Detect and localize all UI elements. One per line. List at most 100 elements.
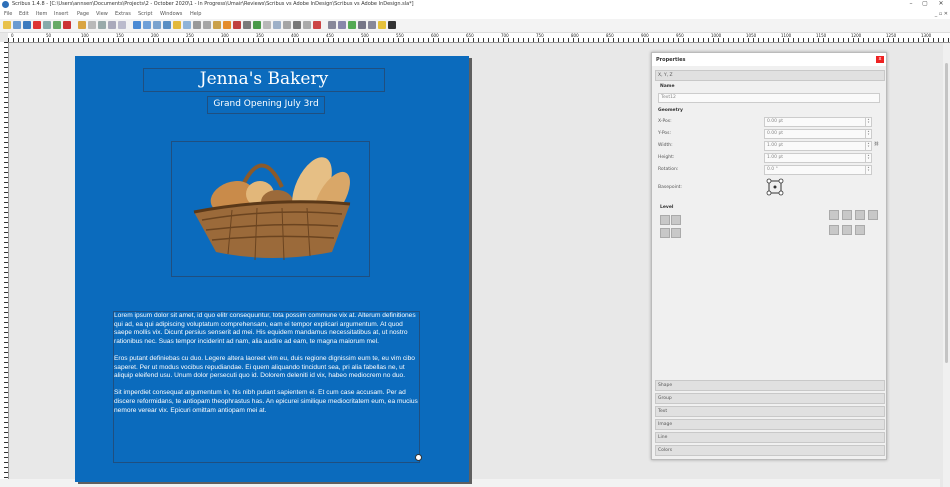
- menu-extras[interactable]: Extras: [115, 11, 131, 17]
- properties-close-button[interactable]: x: [876, 56, 884, 63]
- height-field[interactable]: 1.00 pt ▴ ▾: [764, 153, 872, 163]
- text-frame-icon[interactable]: [143, 21, 151, 29]
- rotate-icon[interactable]: [233, 21, 241, 29]
- chain-link-icon[interactable]: ⛓: [874, 141, 879, 161]
- render-frame-icon[interactable]: [163, 21, 171, 29]
- ypos-spinner[interactable]: ▴ ▾: [865, 130, 871, 138]
- name-label: Name: [660, 84, 675, 89]
- cut-icon[interactable]: [98, 21, 106, 29]
- frame-resize-handle[interactable]: [415, 454, 422, 461]
- minimize-button[interactable]: –: [904, 0, 918, 7]
- tab-line[interactable]: Line: [655, 432, 885, 443]
- pdf-export-icon[interactable]: [63, 21, 71, 29]
- tab-shape[interactable]: Shape: [655, 380, 885, 391]
- tab-colors[interactable]: Colors: [655, 445, 885, 456]
- group-icon[interactable]: [842, 225, 852, 235]
- ruler-label: 550: [396, 33, 404, 38]
- close-button[interactable]: ✕: [934, 0, 948, 7]
- height-value: 1.00 pt: [767, 155, 784, 160]
- width-field[interactable]: 1.00 pt ▴ ▾: [764, 141, 872, 151]
- ypos-label: Y-Pos:: [658, 131, 672, 136]
- window-title: Scribus 1.4.8 - [C:\Users\annsen\Documen…: [12, 1, 414, 7]
- edit-contents-icon[interactable]: [253, 21, 261, 29]
- disable-printing-icon[interactable]: [829, 225, 839, 235]
- select-item-icon[interactable]: [133, 21, 141, 29]
- vertical-scrollbar[interactable]: [943, 43, 950, 487]
- eye-dropper-icon[interactable]: [313, 21, 321, 29]
- maximize-button[interactable]: ▢: [918, 0, 932, 7]
- menu-file[interactable]: File: [4, 11, 12, 17]
- tab-xyz[interactable]: X, Y, Z: [655, 70, 885, 81]
- print-icon[interactable]: [43, 21, 51, 29]
- copy-properties-icon[interactable]: [303, 21, 311, 29]
- menu-script[interactable]: Script: [138, 11, 153, 17]
- level-raise-icon[interactable]: [671, 215, 681, 225]
- ruler-label: 450: [326, 33, 334, 38]
- copy-icon[interactable]: [108, 21, 116, 29]
- lock-size-icon[interactable]: [868, 210, 878, 220]
- table-icon[interactable]: [173, 21, 181, 29]
- edit-text-icon[interactable]: [263, 21, 271, 29]
- open-icon[interactable]: [13, 21, 21, 29]
- polygon-icon[interactable]: [193, 21, 201, 29]
- width-spinner[interactable]: ▴ ▾: [865, 142, 871, 150]
- freehand-icon[interactable]: [223, 21, 231, 29]
- menu-edit[interactable]: Edit: [19, 11, 29, 17]
- image-frame-icon[interactable]: [153, 21, 161, 29]
- rotation-spinner[interactable]: ▴ ▾: [865, 166, 871, 174]
- menu-page[interactable]: Page: [77, 11, 89, 17]
- flip-horizontal-icon[interactable]: [829, 210, 839, 220]
- pdf-checkbox-icon[interactable]: [348, 21, 356, 29]
- pdf-text-field-icon[interactable]: [338, 21, 346, 29]
- bakery-title-frame[interactable]: Jenna's Bakery: [143, 68, 385, 92]
- lock-item-icon[interactable]: [855, 210, 865, 220]
- undo-icon[interactable]: [78, 21, 86, 29]
- document-window-controls[interactable]: _ ▫ ✕: [935, 11, 948, 17]
- new-document-icon[interactable]: [3, 21, 11, 29]
- menu-help[interactable]: Help: [190, 11, 201, 17]
- name-field[interactable]: Text12: [658, 93, 880, 103]
- menu-view[interactable]: View: [96, 11, 108, 17]
- level-lower-to-bottom-icon[interactable]: [671, 228, 681, 238]
- tab-group[interactable]: Group: [655, 393, 885, 404]
- image-frame[interactable]: [171, 141, 370, 277]
- pdf-combo-box-icon[interactable]: [358, 21, 366, 29]
- tab-text[interactable]: Text: [655, 406, 885, 417]
- shape-icon[interactable]: [183, 21, 191, 29]
- measurements-icon[interactable]: [293, 21, 301, 29]
- link-frames-icon[interactable]: [273, 21, 281, 29]
- paste-icon[interactable]: [118, 21, 126, 29]
- flip-vertical-icon[interactable]: [842, 210, 852, 220]
- save-icon[interactable]: [23, 21, 31, 29]
- link-annotation-icon[interactable]: [388, 21, 396, 29]
- tab-image[interactable]: Image: [655, 419, 885, 430]
- pdf-list-box-icon[interactable]: [368, 21, 376, 29]
- basepoint-selector-icon[interactable]: [766, 178, 784, 196]
- pdf-push-button-icon[interactable]: [328, 21, 336, 29]
- subtitle-frame[interactable]: Grand Opening July 3rd: [207, 96, 325, 114]
- text-annotation-icon[interactable]: [378, 21, 386, 29]
- window-titlebar: Scribus 1.4.8 - [C:\Users\annsen\Documen…: [0, 0, 950, 10]
- rotation-field[interactable]: 0.0 ° ▴ ▾: [764, 165, 872, 175]
- ruler-label: 1200: [851, 33, 862, 38]
- vertical-ruler: [0, 42, 9, 487]
- bezier-icon[interactable]: [213, 21, 221, 29]
- line-icon[interactable]: [203, 21, 211, 29]
- redo-icon[interactable]: [88, 21, 96, 29]
- height-spinner[interactable]: ▴ ▾: [865, 154, 871, 162]
- menu-windows[interactable]: Windows: [160, 11, 182, 17]
- ypos-field[interactable]: 0.00 pt ▴ ▾: [764, 129, 872, 139]
- unlink-frames-icon[interactable]: [283, 21, 291, 29]
- scrollbar-thumb[interactable]: [945, 63, 948, 363]
- xpos-field[interactable]: 0.00 pt ▴ ▾: [764, 117, 872, 127]
- menu-insert[interactable]: Insert: [54, 11, 68, 17]
- zoom-icon[interactable]: [243, 21, 251, 29]
- level-lower-icon[interactable]: [660, 228, 670, 238]
- preflight-icon[interactable]: [53, 21, 61, 29]
- menu-item[interactable]: Item: [36, 11, 47, 17]
- ungroup-icon[interactable]: [855, 225, 865, 235]
- level-raise-to-top-icon[interactable]: [660, 215, 670, 225]
- body-text-frame[interactable]: Lorem ipsum dolor sit amet, id quo elitr…: [113, 311, 420, 463]
- close-doc-icon[interactable]: [33, 21, 41, 29]
- xpos-spinner[interactable]: ▴ ▾: [865, 118, 871, 126]
